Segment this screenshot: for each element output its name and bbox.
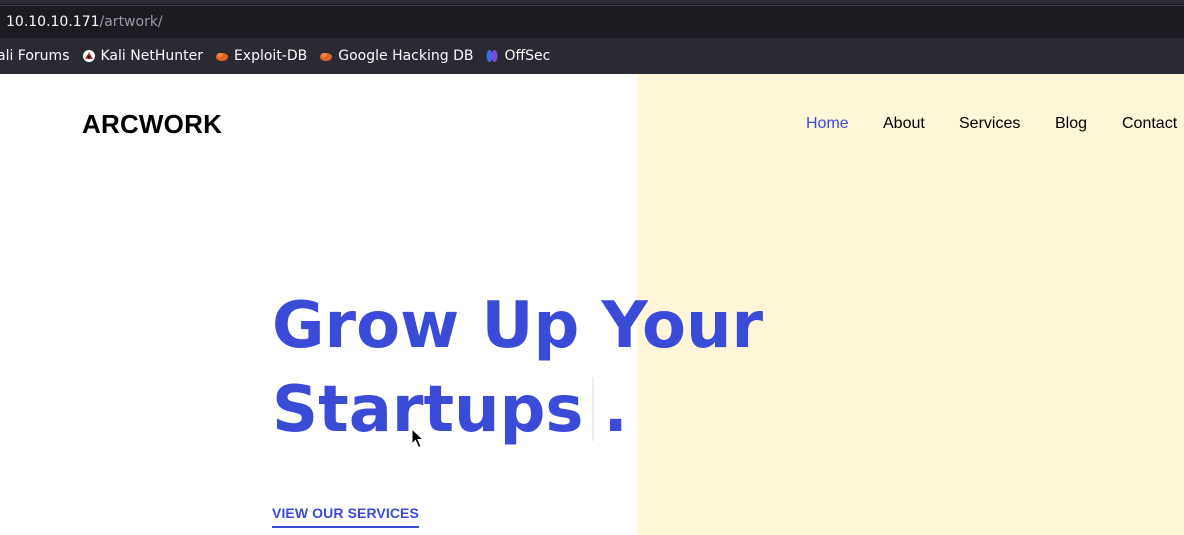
- nav-blog[interactable]: Blog: [1055, 115, 1087, 133]
- nav-services[interactable]: Services: [959, 115, 1020, 133]
- bookmark-label: ali Forums: [0, 48, 70, 64]
- nav-about[interactable]: About: [883, 115, 925, 133]
- browser-chrome: 10.10.10.171/artwork/: [0, 0, 1184, 38]
- nav-home[interactable]: Home: [806, 115, 849, 133]
- bookmark-kali-forums[interactable]: ali Forums: [0, 48, 70, 64]
- url-host: 10.10.10.171: [6, 14, 100, 30]
- hero-heading: Grow Up Your Startups.: [272, 284, 763, 452]
- typing-caret: [591, 377, 594, 441]
- offsec-icon: [486, 50, 498, 62]
- exploit-db-icon: [215, 53, 228, 61]
- hero-word: Startups: [272, 373, 584, 447]
- hero-line-1: Grow Up Your: [272, 289, 764, 363]
- hero-period: .: [603, 373, 628, 447]
- hero-line-2: Startups.: [272, 368, 763, 452]
- bookmarks-toolbar: ali Forums Kali NetHunter Exploit-DB Goo…: [0, 38, 1184, 74]
- bookmark-label: OffSec: [504, 48, 551, 64]
- view-services-link[interactable]: VIEW OUR SERVICES: [272, 505, 419, 528]
- url-path: /artwork/: [99, 14, 163, 30]
- bookmark-label: Google Hacking DB: [338, 48, 474, 64]
- url-bar[interactable]: 10.10.10.171/artwork/: [0, 5, 1184, 38]
- nav-contact[interactable]: Contact: [1122, 115, 1177, 133]
- exploit-db-icon: [320, 53, 333, 61]
- bookmark-offsec[interactable]: OffSec: [485, 48, 550, 64]
- mouse-cursor-icon: [411, 428, 425, 449]
- bookmark-exploit-db[interactable]: Exploit-DB: [215, 48, 307, 64]
- nethunter-icon: [82, 50, 95, 62]
- bookmark-label: Exploit-DB: [233, 48, 308, 64]
- tab-strip: [0, 0, 1184, 4]
- bookmark-label: Kali NetHunter: [100, 48, 203, 64]
- web-page: ARCWORK Home About Services Blog Contact…: [0, 74, 1184, 535]
- bookmark-kali-nethunter[interactable]: Kali NetHunter: [82, 48, 203, 64]
- bookmark-google-hacking-db[interactable]: Google Hacking DB: [319, 48, 473, 64]
- main-nav: Home About Services Blog Contact: [0, 115, 1184, 135]
